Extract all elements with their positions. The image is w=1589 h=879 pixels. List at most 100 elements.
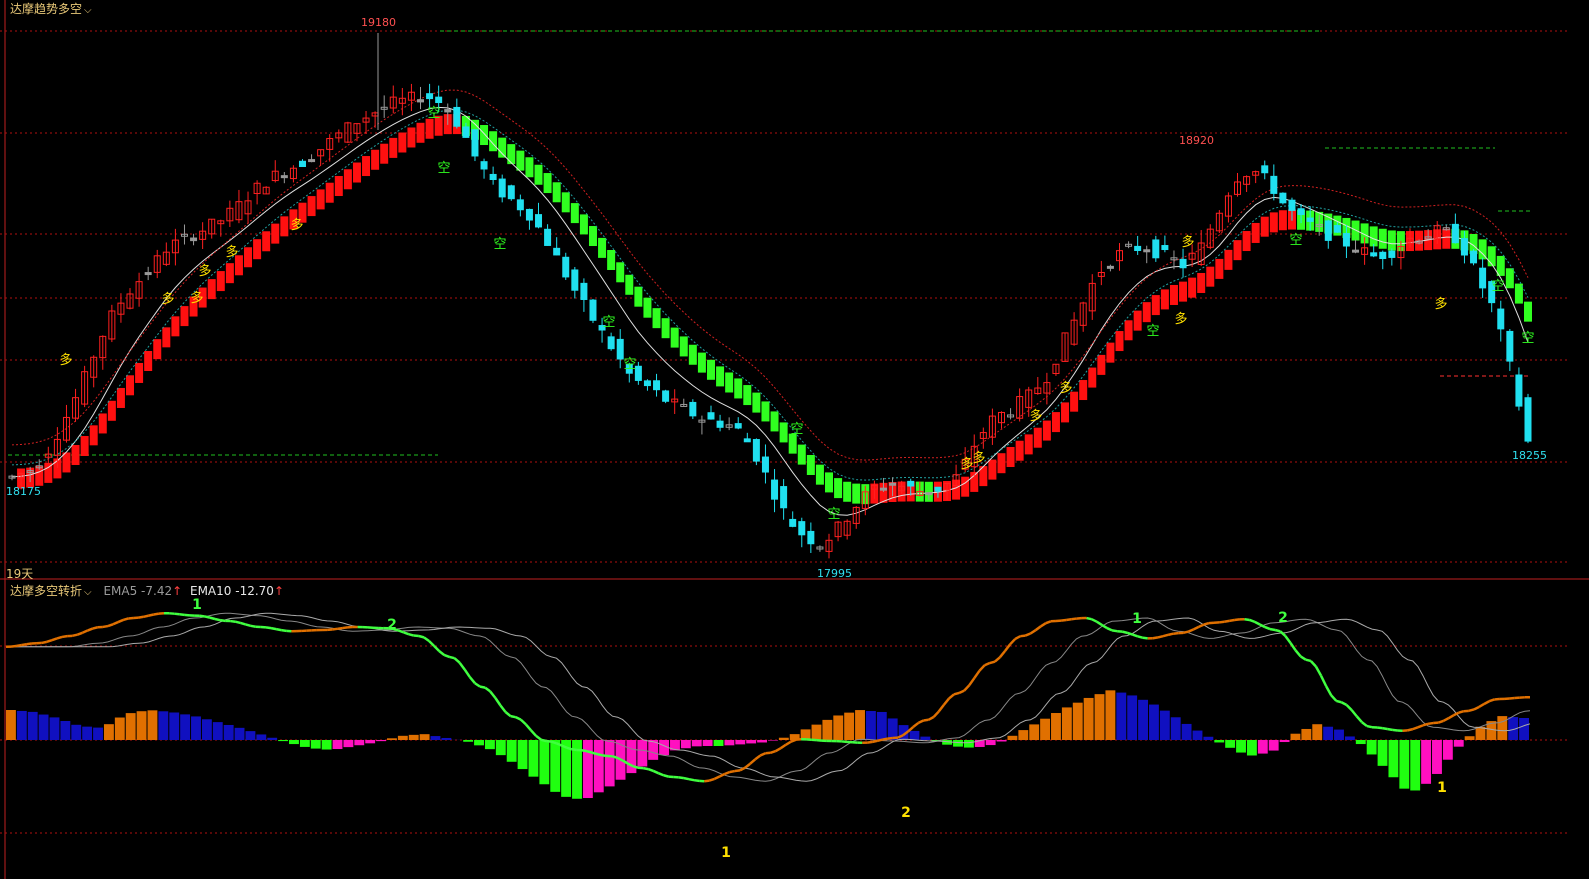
- bear-band-block: [507, 144, 516, 165]
- bull-band-block: [216, 271, 225, 292]
- macd-bar: [963, 740, 974, 748]
- bull-signal-label: 多: [1434, 296, 1447, 312]
- bull-band-block: [1242, 231, 1251, 252]
- wave-line: [504, 711, 512, 718]
- bear-band-block: [579, 214, 588, 235]
- bull-band-block: [398, 132, 407, 153]
- candle-body: [1152, 239, 1160, 259]
- wave-line: [1488, 698, 1495, 703]
- chart-canvas: 多多 多多多多多多多多多多多空空空空空空空空空空空12 1 2121: [0, 0, 1589, 879]
- wave-line: [479, 685, 486, 689]
- wave-line: [235, 620, 241, 625]
- bull-band-block: [1142, 302, 1151, 323]
- candle-body: [761, 456, 769, 473]
- wave-line: [912, 721, 920, 728]
- macd-bar: [1116, 692, 1127, 740]
- wave-line: [923, 718, 929, 722]
- candle-body: [743, 438, 751, 443]
- sub-indicator-header[interactable]: 达摩多空转折 ⌵ EMA5 -7.42↑ EMA10 -12.70↑: [10, 582, 284, 599]
- wave-line: [1345, 704, 1353, 711]
- macd-bar: [1094, 694, 1105, 740]
- wave-line: [107, 623, 114, 628]
- bear-band-block: [706, 359, 715, 380]
- macd-bar: [419, 734, 430, 740]
- wave-line: [907, 725, 915, 733]
- bull-band-block: [1033, 427, 1042, 448]
- wave-line: [204, 615, 211, 619]
- macd-bar: [495, 740, 506, 756]
- wave-line: [612, 755, 619, 760]
- wave-line: [179, 613, 185, 617]
- candle-body: [689, 401, 697, 417]
- wave-line: [463, 668, 471, 678]
- bear-band-block: [1514, 283, 1523, 304]
- candle-body: [417, 99, 425, 103]
- bull-band-block: [80, 435, 89, 456]
- candle-body: [507, 185, 515, 200]
- wave-line: [734, 769, 741, 773]
- macd-bar: [1018, 730, 1029, 740]
- wave-line: [438, 650, 446, 657]
- wave-line: [984, 661, 991, 667]
- bull-band-block: [1224, 249, 1233, 270]
- wave-line: [10, 644, 17, 648]
- wave-line: [281, 628, 287, 633]
- bull-band-block: [1260, 216, 1269, 237]
- bull-band-block: [1051, 412, 1060, 433]
- wave-line: [92, 626, 99, 630]
- wave-line: [1152, 636, 1159, 640]
- bull-band-block: [271, 223, 280, 244]
- chevron-down-icon[interactable]: ⌵: [84, 5, 92, 16]
- wave-line: [1422, 722, 1429, 727]
- wave-line: [932, 710, 940, 718]
- wave-line: [1279, 630, 1287, 637]
- wave-line: [989, 660, 996, 665]
- candle-body: [553, 247, 561, 256]
- macd-bar: [71, 724, 82, 740]
- wave-line: [474, 682, 481, 688]
- bear-band-block: [652, 308, 661, 329]
- bull-band-block: [425, 118, 434, 139]
- bear-band-block: [661, 318, 670, 339]
- bear-band-block: [525, 157, 534, 178]
- wave-line: [729, 769, 736, 774]
- macd-bar: [528, 740, 539, 777]
- wave-line: [688, 777, 695, 782]
- wave-line: [775, 747, 782, 753]
- bear-signal-label: 空: [1289, 233, 1302, 248]
- main-indicator-name[interactable]: 达摩趋势多空: [10, 2, 82, 16]
- bear-band-block: [588, 226, 597, 247]
- candle-body: [707, 412, 715, 420]
- candle-body: [1515, 374, 1523, 407]
- ema10-label: EMA10: [190, 584, 232, 598]
- bear-band-block: [670, 327, 679, 348]
- bear-band-block: [697, 352, 706, 373]
- wave-line: [524, 723, 532, 732]
- wave-line: [433, 645, 441, 653]
- candle-body: [444, 109, 452, 113]
- wave-line: [1392, 728, 1398, 732]
- candle-body: [1451, 223, 1459, 244]
- bear-band-block: [797, 444, 806, 465]
- macd-bar: [822, 719, 833, 740]
- macd-bar: [343, 740, 354, 748]
- macd-bar: [169, 712, 180, 740]
- wave-line: [754, 754, 762, 761]
- macd-bar: [604, 740, 615, 787]
- wave-line: [1065, 618, 1072, 622]
- chevron-down-icon[interactable]: ⌵: [84, 587, 92, 598]
- candle-body: [1497, 308, 1505, 330]
- bull-band-block: [316, 189, 325, 210]
- wave-line: [1086, 616, 1092, 621]
- sub-indicator-name[interactable]: 达摩多空转折: [10, 584, 82, 598]
- macd-bar: [463, 740, 474, 742]
- wave-line: [1229, 618, 1235, 623]
- wave-line: [657, 772, 664, 777]
- bull-signal-label: 多: [1029, 408, 1042, 424]
- main-indicator-header[interactable]: 达摩趋势多空 ⌵: [10, 0, 92, 17]
- high-price-label: 19180: [361, 16, 396, 29]
- wave-line: [51, 637, 58, 642]
- bear-band-block: [498, 137, 507, 158]
- wave-line: [1244, 617, 1250, 622]
- wave-line: [122, 617, 129, 622]
